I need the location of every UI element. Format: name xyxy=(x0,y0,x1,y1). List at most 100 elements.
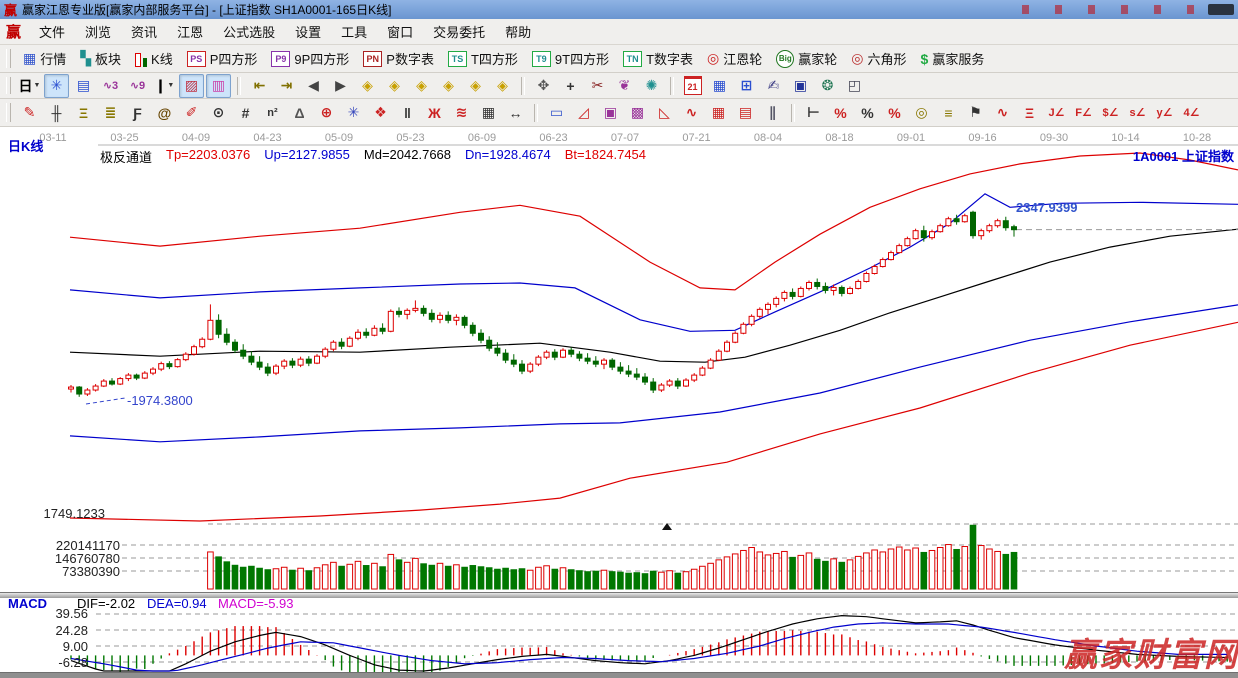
scissors-tool-button[interactable]: ✂ xyxy=(585,74,610,98)
gann-box-button[interactable]: ▣ xyxy=(598,101,623,125)
period-day-dropdown-button[interactable]: 日 ▼ xyxy=(17,74,42,98)
wave-3-button[interactable]: ∿3 xyxy=(98,74,123,98)
shift-left-button[interactable]: ◈ xyxy=(355,74,380,98)
ribbon-tool-button[interactable]: ❦ xyxy=(612,74,637,98)
fan-lines-button[interactable]: ◿ xyxy=(571,101,596,125)
ying-lines-button[interactable]: ≋ xyxy=(449,101,474,125)
grid-red-2-icon: ▤ xyxy=(738,104,753,120)
angle-measure-button[interactable]: Δ xyxy=(287,101,312,125)
info-panel-button[interactable]: ▤ xyxy=(71,74,96,98)
sectors-button[interactable]: ▚ 板块 xyxy=(73,46,128,71)
grid-red-2-button[interactable]: ▤ xyxy=(733,101,758,125)
workstation-tool-button[interactable]: ◰ xyxy=(842,74,867,98)
zigzag-wave-button[interactable]: ∿ xyxy=(679,101,704,125)
fibonacci-lines-button[interactable]: Ƒ xyxy=(125,101,150,125)
menu-浏览[interactable]: 浏览 xyxy=(75,19,121,44)
angle-gold-button[interactable]: $∠ xyxy=(1098,101,1123,125)
percent-underline-button[interactable]: % xyxy=(882,101,907,125)
percent-lines-button[interactable]: # xyxy=(233,101,258,125)
wave-channel-button[interactable]: ∿ xyxy=(990,101,1015,125)
t-number-table-button[interactable]: TN T数字表 xyxy=(616,46,700,71)
golden-section-b-button[interactable]: ≣ xyxy=(98,101,123,125)
menu-公式选股[interactable]: 公式选股 xyxy=(213,19,285,44)
gold-circle-button[interactable]: ◎ xyxy=(909,101,934,125)
spiral-tool-button[interactable]: @ xyxy=(152,101,177,125)
ruler-scale-button[interactable]: ⊢ xyxy=(801,101,826,125)
bar-pair-button[interactable]: ‖ xyxy=(395,101,420,125)
pane-splitter[interactable] xyxy=(0,592,1238,598)
window-menu-button[interactable] xyxy=(1208,4,1234,15)
zoom-in-all-button[interactable]: ◈ xyxy=(490,74,515,98)
menu-工具[interactable]: 工具 xyxy=(331,19,377,44)
menu-资讯[interactable]: 资讯 xyxy=(121,19,167,44)
angle-shen-button[interactable]: s∠ xyxy=(1125,101,1150,125)
zoom-out-all-button[interactable]: ◈ xyxy=(463,74,488,98)
percent-tool-button[interactable]: % xyxy=(855,101,880,125)
flag-pen-button[interactable]: ⚑ xyxy=(963,101,988,125)
pen-tool-2-button[interactable]: ✐ xyxy=(179,101,204,125)
volume-profile-button[interactable]: ▥ xyxy=(206,73,231,98)
menu-设置[interactable]: 设置 xyxy=(285,19,331,44)
menu-窗口[interactable]: 窗口 xyxy=(377,19,423,44)
hand-tool-button[interactable]: ✥ xyxy=(531,74,556,98)
t-square-button[interactable]: TS T四方形 xyxy=(441,46,525,71)
wave-9-button[interactable]: ∿9 xyxy=(125,74,150,98)
quotes-button[interactable]: ▦ 行情 xyxy=(16,46,73,71)
gold-underline-button[interactable]: Ξ xyxy=(1017,101,1042,125)
spiderweb-button[interactable]: ❖ xyxy=(368,101,393,125)
percent-triangle-button[interactable]: % xyxy=(828,101,853,125)
notepad-tool-button[interactable]: ✍ xyxy=(761,74,786,98)
angle-ying-button[interactable]: y∠ xyxy=(1152,101,1177,125)
menu-文件[interactable]: 文件 xyxy=(29,19,75,44)
crosshair-circle-button[interactable]: ⊕ xyxy=(314,101,339,125)
crystal-tool-button[interactable]: ✳ xyxy=(44,73,69,98)
grid-123-button[interactable]: ▦ xyxy=(476,101,501,125)
kline-button[interactable]: K线 xyxy=(128,46,180,71)
compress-horizontal-button[interactable]: ◈ xyxy=(436,74,461,98)
spreadsheet-tool-button[interactable]: ⊞ xyxy=(734,74,759,98)
next-bar-button[interactable]: ▶ xyxy=(328,74,353,98)
first-bar-button[interactable]: ⇤ xyxy=(247,74,272,98)
grid-red-button[interactable]: ▦ xyxy=(706,101,731,125)
expand-horizontal-button[interactable]: ◈ xyxy=(409,74,434,98)
p-square-button[interactable]: PS P四方形 xyxy=(180,46,265,71)
shen-lines-button[interactable]: Ж xyxy=(422,101,447,125)
9t-square-button[interactable]: T9 9T四方形 xyxy=(525,46,616,71)
gann-lines-button[interactable]: ╫ xyxy=(44,101,69,125)
fan-lines-2-button[interactable]: ◺ xyxy=(652,101,677,125)
angle-f-button[interactable]: F∠ xyxy=(1071,101,1096,125)
parallel-lines-button[interactable]: ∥ xyxy=(760,101,785,125)
angle-si-button[interactable]: 4∠ xyxy=(1179,101,1204,125)
crosshair-tool-button[interactable]: + xyxy=(558,74,583,98)
menu-江恩[interactable]: 江恩 xyxy=(167,19,213,44)
gann-clock-button[interactable]: ⊙ xyxy=(206,101,231,125)
pen-tool-button[interactable]: ✎ xyxy=(17,101,42,125)
winner-wheel-button[interactable]: Big 赢家轮 xyxy=(769,46,844,71)
menu-交易委托[interactable]: 交易委托 xyxy=(423,19,495,44)
9p-square-button[interactable]: P9 9P四方形 xyxy=(264,46,356,71)
save-tool-button[interactable]: ▣ xyxy=(788,74,813,98)
hexagon-button[interactable]: ◎ 六角形 xyxy=(844,46,913,71)
calendar-tool-button[interactable]: 21 xyxy=(680,74,705,98)
calculator-tool-button[interactable]: ▦ xyxy=(707,74,732,98)
gold-bars-button[interactable]: ≡ xyxy=(936,101,961,125)
starburst-button[interactable]: ✳ xyxy=(341,101,366,125)
gann-wheel-button[interactable]: ◎ 江恩轮 xyxy=(700,46,769,71)
angle-j-button[interactable]: J∠ xyxy=(1044,101,1069,125)
width-arrows-button[interactable]: ↔ xyxy=(503,101,528,125)
prev-bar-button[interactable]: ◀ xyxy=(301,74,326,98)
shift-right-button[interactable]: ◈ xyxy=(382,74,407,98)
knot-tool-button[interactable]: ✺ xyxy=(639,74,664,98)
n-squared-button[interactable]: n² xyxy=(260,101,285,125)
candle-type-dropdown-button[interactable]: ❙ ▼ xyxy=(152,74,177,98)
window-titlebar[interactable]: 赢 赢家江恩专业版[赢家内部服务平台] - [上证指数 SH1A0001-165… xyxy=(0,0,1238,19)
menu-帮助[interactable]: 帮助 xyxy=(495,19,541,44)
last-bar-button[interactable]: ⇥ xyxy=(274,74,299,98)
pattern-mask-button[interactable]: ▨ xyxy=(179,73,204,98)
gann-grid-button[interactable]: ▩ xyxy=(625,101,650,125)
winner-service-button[interactable]: $ 赢家服务 xyxy=(914,46,992,71)
golden-section-a-button[interactable]: Ξ xyxy=(71,101,96,125)
rect-tool-button[interactable]: ▭ xyxy=(544,101,569,125)
net-files-tool-button[interactable]: ❂ xyxy=(815,74,840,98)
p-number-table-button[interactable]: PN P数字表 xyxy=(356,46,441,71)
